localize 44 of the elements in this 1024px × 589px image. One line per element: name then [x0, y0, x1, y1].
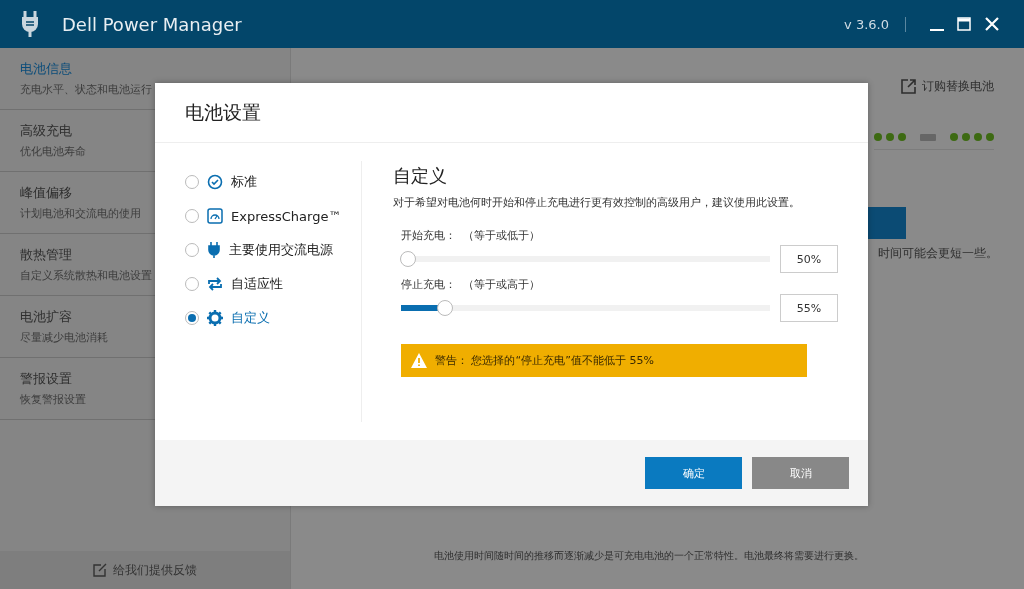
sidebar-item-subtitle: 尽量减少电池消耗	[20, 330, 108, 345]
external-link-icon	[901, 79, 916, 94]
cancel-button[interactable]: 取消	[752, 457, 849, 489]
sidebar-item-title: 高级充电	[20, 122, 72, 140]
plug-icon	[20, 11, 40, 37]
sidebar-item-title: 警报设置	[20, 370, 72, 388]
sidebar-item-subtitle: 优化电池寿命	[20, 144, 86, 159]
feedback-button[interactable]: 给我们提供反馈	[0, 551, 290, 589]
sidebar-item-subtitle: 充电水平、状态和电池运行	[20, 82, 152, 97]
minimize-icon	[930, 29, 944, 31]
edit-icon	[93, 563, 107, 577]
version-label: v 3.6.0	[844, 16, 906, 32]
value-field[interactable]: 55%	[780, 294, 838, 322]
window-title: Dell Power Manager	[62, 13, 243, 35]
sidebar-item-title: 峰值偏移	[20, 184, 72, 202]
check-circle-icon	[207, 174, 223, 190]
mode-label[interactable]: 标准	[231, 173, 257, 191]
battery-note: 时间可能会更短一些。	[878, 245, 998, 262]
mode-label[interactable]: 自定义	[231, 309, 270, 327]
description: 对于希望对电池何时开始和停止充电进行更有效控制的高级用户，建议使用此设置。	[393, 195, 801, 210]
slider-thumb[interactable]	[437, 300, 454, 316]
action-button[interactable]	[866, 207, 906, 239]
maximize-icon	[956, 16, 972, 32]
repeat-icon	[207, 276, 223, 292]
section-heading: 自定义	[393, 164, 448, 188]
warning-icon	[411, 353, 427, 368]
warning-text: 警告： 您选择的“停止充电”值不能低于 55%	[435, 353, 654, 368]
sidebar-item-subtitle: 计划电池和交流电的使用	[20, 206, 141, 221]
sidebar-item-subtitle: 恢复警报设置	[20, 392, 86, 407]
value-field[interactable]: 50%	[780, 245, 838, 273]
mode-label[interactable]: 自适应性	[231, 275, 283, 293]
slider-label: 停止充电： （等于或高于）	[401, 277, 541, 292]
sidebar-item-title: 电池扩容	[20, 308, 72, 326]
slider-label: 开始充电： （等于或低于）	[401, 228, 541, 243]
close-icon	[984, 16, 1000, 32]
ok-button[interactable]: 确定	[645, 457, 742, 489]
plug-icon	[207, 242, 221, 258]
gauge-icon	[207, 208, 223, 224]
sidebar-item-title: 散热管理	[20, 246, 72, 264]
gear-icon	[207, 310, 223, 326]
slider-thumb[interactable]	[400, 251, 417, 267]
sidebar-item-subtitle: 自定义系统散热和电池设置	[20, 268, 152, 283]
order-battery-link[interactable]: 订购替换电池	[901, 78, 994, 95]
sidebar-item-title: 电池信息	[20, 60, 72, 78]
